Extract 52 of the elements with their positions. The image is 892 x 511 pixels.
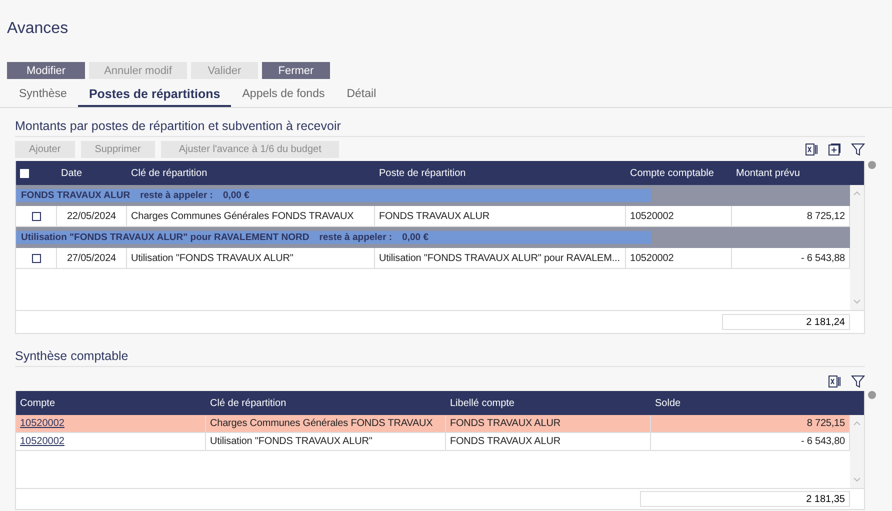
table-cell: Utilisation "FONDS TRAVAUX ALUR" [127, 248, 375, 268]
table-cell: 22/05/2024 [57, 206, 127, 226]
table-cell: FONDS TRAVAUX ALUR [446, 415, 651, 432]
table-row[interactable]: 10520002 Charges Communes Générales FONDS TRAVAUX FONDS TRAVAUX ALUR 8 725,15 [16, 415, 850, 433]
table-cell: Charges Communes Générales FONDS TRAVAUX [127, 206, 375, 226]
tab[interactable]: Postes de répartitions [78, 83, 232, 107]
table-cell: Utilisation "FONDS TRAVAUX ALUR" [206, 433, 446, 450]
column-header: Poste de répartition [378, 168, 467, 178]
section-title: Montants par postes de répartition et subvention à recevoir [15, 119, 865, 137]
table-cell: Charges Communes Générales FONDS TRAVAUX [206, 415, 446, 432]
tab[interactable]: Synthèse [8, 83, 78, 107]
column-header: Clé de répartition [130, 168, 208, 178]
info-icon[interactable] [868, 161, 876, 169]
group-name: Utilisation "FONDS TRAVAUX ALUR" pour RAVALEMENT NORD [21, 232, 310, 243]
action-button[interactable]: Modifier [7, 62, 85, 79]
table-cell: FONDS TRAVAUX ALUR [446, 433, 651, 450]
column-header: Libellé compte [449, 398, 516, 408]
account-link[interactable]: 10520002 [16, 415, 206, 432]
group-name: FONDS TRAVAUX ALUR [21, 190, 130, 201]
remaining-label: reste à appeler : [140, 190, 213, 201]
select-all-checkbox[interactable] [20, 168, 29, 178]
action-button[interactable]: Fermer [262, 62, 330, 79]
tab[interactable]: Détail [336, 83, 388, 107]
account-link[interactable]: 10520002 [16, 433, 206, 450]
column-header: Date [60, 168, 84, 178]
add-icon[interactable] [828, 143, 841, 156]
remaining-label: reste à appeler : [319, 232, 392, 243]
section-title: Synthèse comptable [15, 349, 865, 367]
table-row[interactable]: 10520002 Utilisation "FONDS TRAVAUX ALUR" FONDS TRAVAUX ALUR - 6 543,80 [16, 433, 850, 451]
table-cell: 10520002 [626, 206, 732, 226]
column-header: Montant prévu [735, 168, 801, 178]
spreadsheet-icon[interactable] [828, 375, 841, 388]
column-header: Clé de répartition [209, 398, 288, 408]
table-cell: FONDS TRAVAUX ALUR [375, 206, 626, 226]
remaining-amount: 0,00 € [402, 232, 428, 243]
filter-icon[interactable] [851, 143, 865, 156]
column-header: Compte [19, 398, 56, 408]
column-header: Solde [654, 398, 682, 408]
info-icon[interactable] [868, 391, 876, 399]
table-cell: 10520002 [626, 248, 732, 268]
row-checkbox[interactable] [32, 254, 40, 262]
remaining-amount: 0,00 € [222, 190, 250, 201]
table-cell: Utilisation "FONDS TRAVAUX ALUR" pour RAVALEM... [375, 248, 626, 268]
total-field: 2 181,24 [722, 314, 850, 330]
total-field: 2 181,35 [640, 491, 850, 507]
spreadsheet-icon[interactable] [805, 143, 818, 156]
column-header: Compte comptable [629, 168, 715, 178]
row-checkbox[interactable] [32, 212, 40, 220]
table-cell: 27/05/2024 [57, 248, 127, 268]
page-title: Avances [7, 20, 70, 39]
filter-icon[interactable] [851, 375, 865, 388]
tab[interactable]: Appels de fonds [231, 83, 336, 107]
